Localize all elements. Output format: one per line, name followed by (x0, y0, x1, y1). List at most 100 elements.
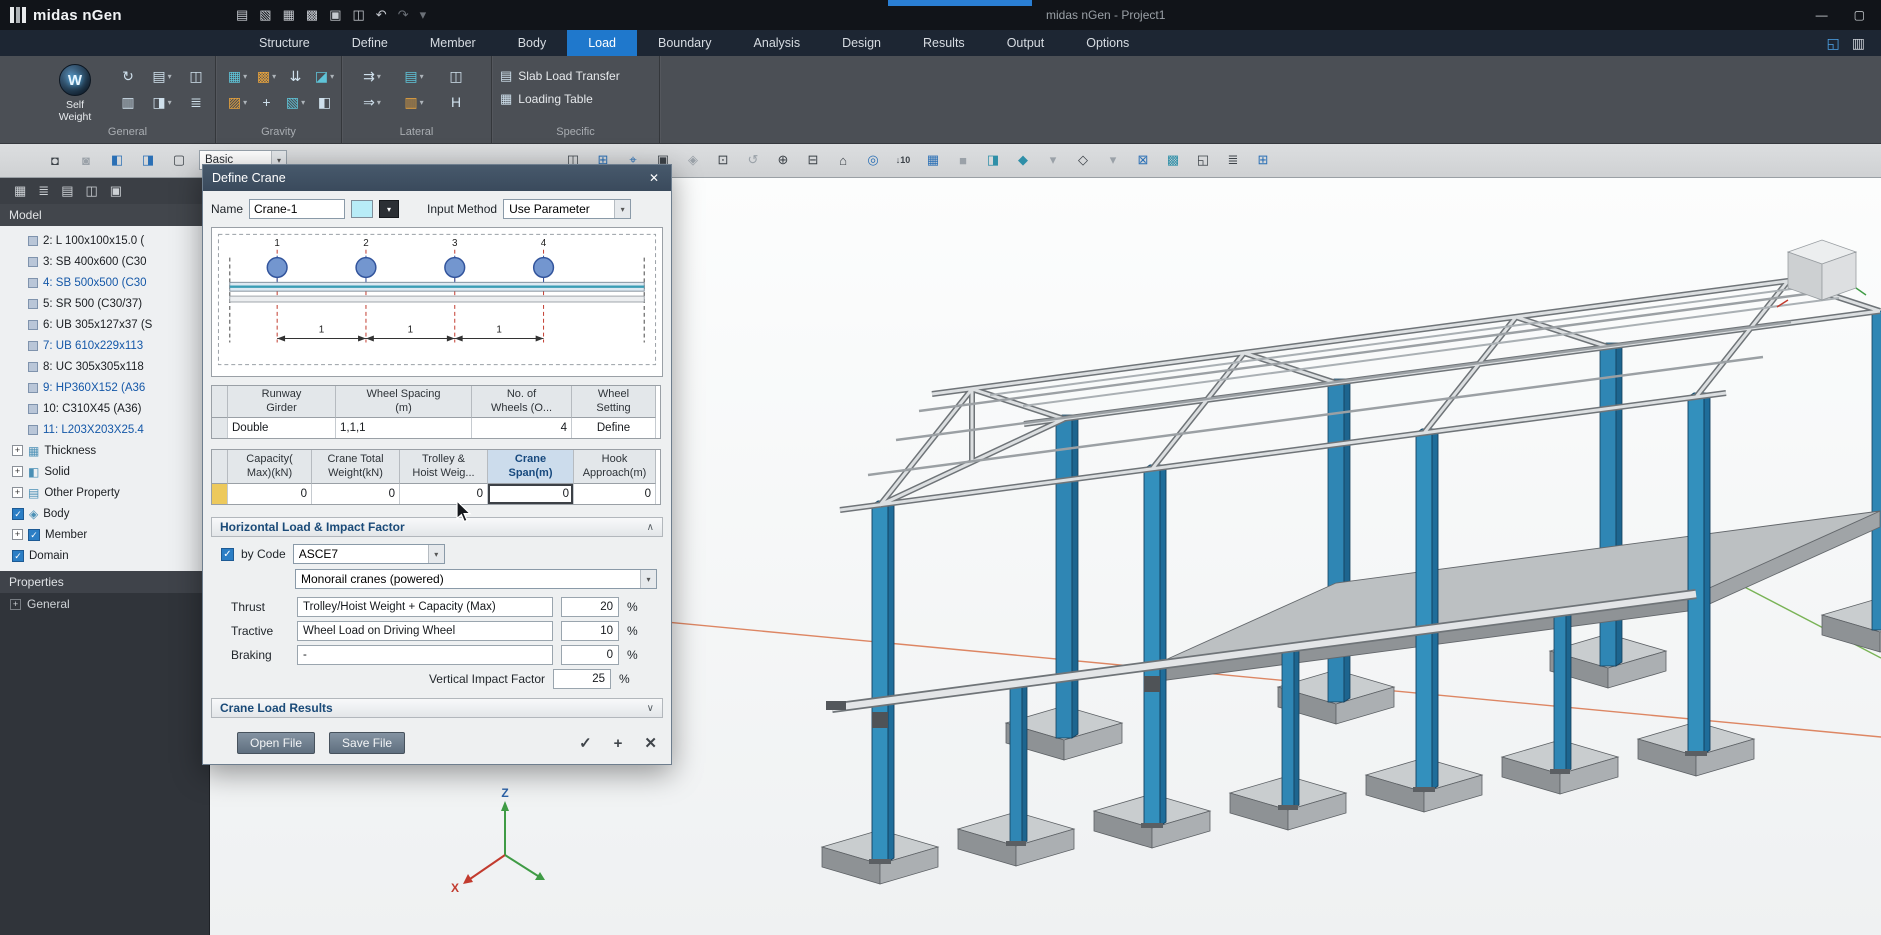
list-icon[interactable]: ≣ (1222, 149, 1244, 171)
tree-item-section[interactable]: 6: UB 305x127x37 (S (4, 314, 209, 335)
row-gutter[interactable] (212, 418, 228, 438)
close-apply-icon[interactable]: ✕ (644, 734, 657, 752)
pressure-load-icon[interactable]: ⇊ (282, 64, 309, 88)
vertical-impact-factor-input[interactable]: 25 (553, 669, 611, 689)
add-icon[interactable]: + (614, 735, 623, 752)
minimize-button[interactable]: — (1816, 8, 1828, 22)
input-method-select[interactable]: Use Parameter ▾ (503, 199, 631, 219)
pushover-icon[interactable]: ▥▾ (394, 90, 434, 114)
table-cell[interactable]: 1,1,1 (336, 418, 472, 438)
capture-icon[interactable]: ◱ (1192, 149, 1214, 171)
prestress-load-icon[interactable]: ▨▾ (224, 90, 251, 114)
tree-node[interactable]: ✓ ◈ Body (4, 503, 209, 524)
slab-load-transfer-button[interactable]: ▤ Slab Load Transfer (500, 64, 659, 87)
open-file-icon[interactable]: ▧ (259, 7, 271, 23)
redo-icon[interactable]: ↷ (398, 7, 409, 23)
seismic-load-icon[interactable]: ▤▾ (394, 64, 434, 88)
loading-table-button[interactable]: ▦ Loading Table (500, 87, 659, 110)
solid-view-icon[interactable]: ■ (952, 149, 974, 171)
render-icon[interactable]: ▩ (1162, 149, 1184, 171)
param-description-input[interactable]: - (297, 645, 553, 665)
undo-icon[interactable]: ↶ (376, 7, 387, 23)
crane-name-input[interactable] (249, 199, 345, 219)
nodal-load-icon[interactable]: ▦▾ (224, 64, 251, 88)
tag-icon[interactable]: ⊡ (712, 149, 734, 171)
layers-icon[interactable]: ▣ (110, 183, 122, 199)
table-cell[interactable]: 0 (574, 484, 656, 504)
by-code-checkbox[interactable]: ✓ (221, 548, 234, 561)
load-table-icon[interactable]: ≣ (180, 90, 212, 114)
new-file-icon[interactable]: ▤ (236, 7, 248, 23)
settlement-load-icon[interactable]: ▧▾ (282, 90, 309, 114)
properties-general-node[interactable]: + General (0, 593, 209, 615)
wind-load-icon[interactable]: ⇉▾ (352, 64, 392, 88)
code-select[interactable]: ASCE7 ▾ (293, 544, 445, 564)
dialog-title-bar[interactable]: Define Crane ✕ (203, 165, 671, 191)
crane-color-swatch[interactable] (351, 200, 373, 218)
flag-icon[interactable]: ⊕ (772, 149, 794, 171)
confirm-icon[interactable]: ✓ (579, 734, 592, 752)
tree-item-section[interactable]: 2: L 100x100x15.0 ( (4, 230, 209, 251)
save-icon[interactable]: ▦ (283, 7, 295, 23)
expand-icon[interactable]: + (12, 445, 23, 456)
front-view-icon[interactable]: ◨ (137, 149, 159, 171)
tab-member[interactable]: Member (409, 30, 497, 56)
tab-define[interactable]: Define (331, 30, 409, 56)
target-icon[interactable]: ◎ (862, 149, 884, 171)
mesh-icon[interactable]: ▦ (922, 149, 944, 171)
tree-node[interactable]: + ◧ Solid (4, 461, 209, 482)
lock-icon[interactable]: ◘ (44, 149, 66, 171)
share-screen-icon[interactable]: ◱ (1827, 35, 1840, 52)
tab-body[interactable]: Body (497, 30, 568, 56)
element-load-icon[interactable]: ▩▾ (253, 64, 280, 88)
print-icon[interactable]: ▣ (329, 7, 341, 23)
measure-icon[interactable]: ◈ (682, 149, 704, 171)
checkbox-checked-icon[interactable]: ✓ (28, 529, 40, 541)
close-icon[interactable]: ✕ (646, 171, 662, 185)
temperature-load-icon[interactable]: ◪▾ (311, 64, 338, 88)
open-file-button[interactable]: Open File (237, 732, 315, 754)
param-description-input[interactable]: Trolley/Hoist Weight + Capacity (Max) (297, 597, 553, 617)
tree-node[interactable]: + ▦ Thickness (4, 440, 209, 461)
param-description-input[interactable]: Wheel Load on Driving Wheel (297, 621, 553, 641)
moving-load-icon[interactable]: ◨▾ (146, 90, 178, 114)
construction-stage-icon[interactable]: ▥ (112, 90, 144, 114)
wire-drop-icon[interactable]: ▾ (1102, 149, 1124, 171)
response-spectrum-icon[interactable]: ◫ (436, 64, 476, 88)
load-combo-icon[interactable]: ◫ (180, 64, 212, 88)
table-cell[interactable]: 0 (312, 484, 400, 504)
color-dropdown-button[interactable]: ▾ (379, 200, 399, 218)
save-all-icon[interactable]: ▩ (306, 7, 318, 23)
tab-load[interactable]: Load (567, 30, 637, 56)
scale-icon[interactable]: ↓10 (892, 149, 914, 171)
checkbox-checked-icon[interactable]: ✓ (12, 550, 24, 562)
chart-panel-icon[interactable]: ▥ (1852, 35, 1865, 52)
load-group-icon[interactable]: ↻ (112, 64, 144, 88)
tables-icon[interactable]: ▤ (61, 183, 73, 199)
tree-node[interactable]: + ▤ Other Property (4, 482, 209, 503)
properties-panel-header[interactable]: Properties (0, 571, 209, 593)
param-value-input[interactable]: 10 (561, 621, 619, 641)
dynamic-load-icon[interactable]: + (253, 90, 280, 114)
tree-item-section[interactable]: 10: C310X45 (A36) (4, 398, 209, 419)
tree-item-section[interactable]: 8: UC 305x305x118 (4, 356, 209, 377)
story-load-icon[interactable]: H (436, 90, 476, 114)
saved-view-icon[interactable]: ◨ (982, 149, 1004, 171)
customize-quickbar-icon[interactable]: ▾ (420, 7, 427, 23)
expand-icon[interactable]: + (12, 466, 23, 477)
tree-item-section[interactable]: 5: SR 500 (C30/37) (4, 293, 209, 314)
param-value-input[interactable]: 20 (561, 597, 619, 617)
tree-item-section[interactable]: 11: L203X203X25.4 (4, 419, 209, 440)
home-view-icon[interactable]: ⌂ (832, 149, 854, 171)
table-cell[interactable]: 0 (488, 484, 574, 504)
table-cell[interactable]: Double (228, 418, 336, 438)
refresh-icon[interactable]: ↺ (742, 149, 764, 171)
table-cell[interactable]: 0 (228, 484, 312, 504)
tree-item-section[interactable]: 9: HP360X152 (A36 (4, 377, 209, 398)
tree-item-section[interactable]: 3: SB 400x600 (C30 (4, 251, 209, 272)
views-icon[interactable]: ≣ (38, 183, 49, 199)
section-horizontal-load[interactable]: Horizontal Load & Impact Factor ∧ (211, 517, 663, 537)
expand-icon[interactable]: + (12, 529, 23, 540)
param-value-input[interactable]: 0 (561, 645, 619, 665)
tree-node[interactable]: ✓ Domain (4, 545, 209, 566)
